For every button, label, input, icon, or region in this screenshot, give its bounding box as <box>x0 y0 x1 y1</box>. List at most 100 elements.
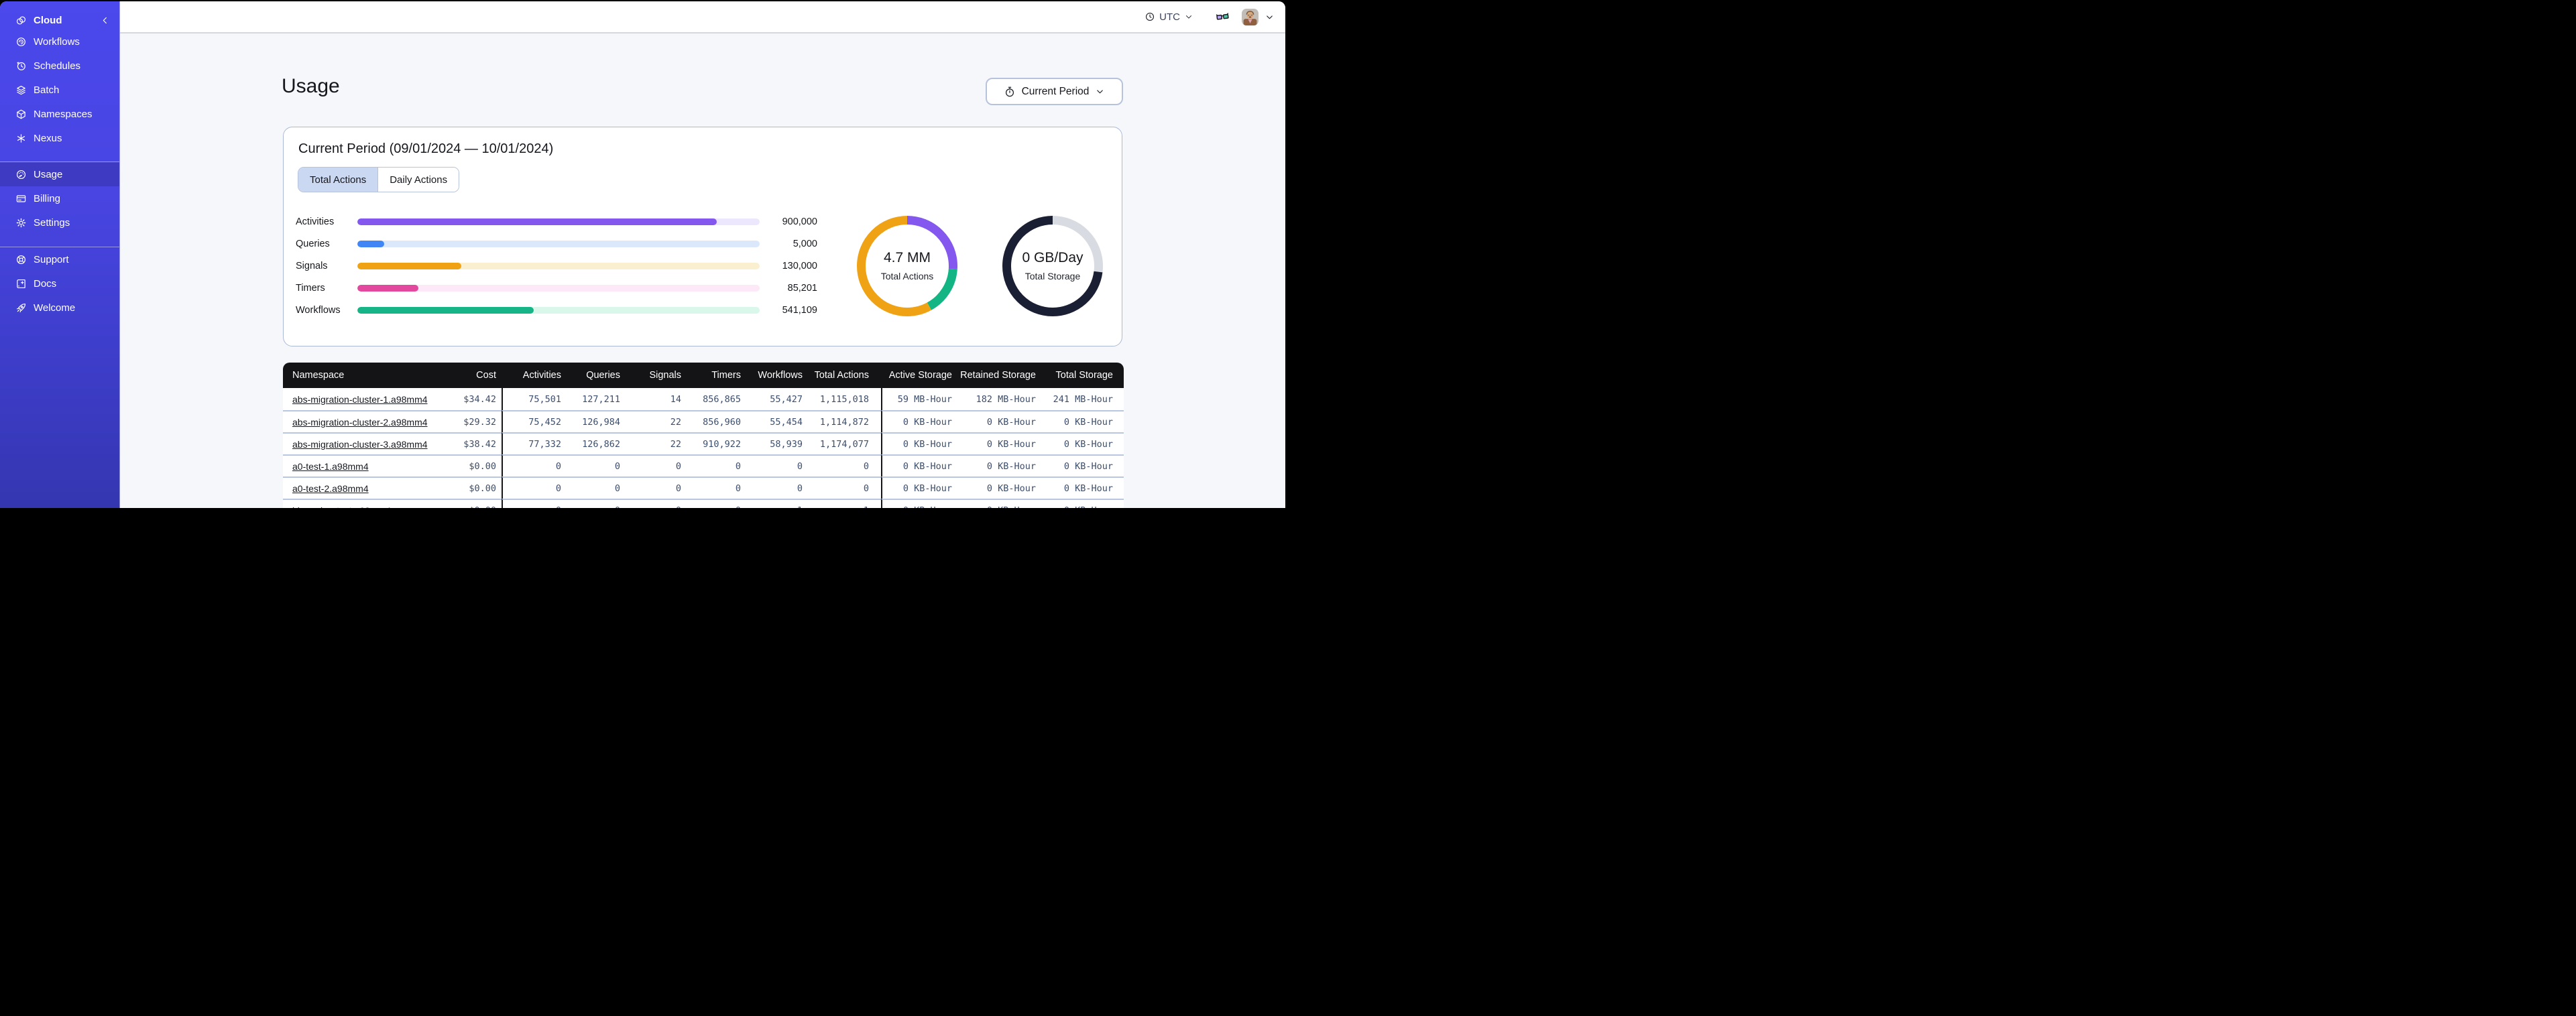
value-cell: $0.00 <box>451 454 502 477</box>
sidebar-item-docs[interactable]: Docs <box>0 271 119 296</box>
bar-value: 900,000 <box>782 216 817 227</box>
bar-row-activities: Activities 900,000 <box>296 210 817 233</box>
chevron-down-icon <box>1186 15 1191 19</box>
page-title: Usage <box>282 75 340 97</box>
value-cell: 22 <box>626 410 687 432</box>
sidebar-item-billing[interactable]: Billing <box>0 186 119 210</box>
app-window: Cloud Workflows Schedules Batch Namespac… <box>0 1 1285 508</box>
user-avatar[interactable] <box>1242 8 1258 25</box>
value-cell: 0 <box>626 477 687 499</box>
sidebar-item-support[interactable]: Support <box>0 247 119 271</box>
value-cell: 126,862 <box>567 432 626 454</box>
actions-bar-chart: Activities 900,000 Queries 5,000 Signals 130,… <box>296 210 817 321</box>
value-cell: 0 <box>567 454 626 477</box>
value-cell: 0 <box>808 454 881 477</box>
sidebar-group-main: Workflows Schedules Batch Namespaces Nex… <box>0 29 119 150</box>
bar-fill <box>357 218 717 225</box>
tab-total-actions[interactable]: Total Actions <box>298 168 378 192</box>
value-cell: 0 <box>626 454 687 477</box>
value-cell: 75,452 <box>502 410 567 432</box>
namespace-link[interactable]: abs-migration-cluster-1.a98mm4 <box>292 394 428 405</box>
value-cell: 75,501 <box>502 388 567 410</box>
value-cell: 0 KB-Hour <box>1041 410 1124 432</box>
value-cell: 22 <box>626 432 687 454</box>
table-body: abs-migration-cluster-1.a98mm4 $34.42 75,5… <box>283 388 1124 508</box>
docs-book-icon <box>15 278 27 290</box>
total-storage-value: 0 GB/Day <box>1022 250 1084 265</box>
bar-track <box>357 284 760 292</box>
value-cell: 0 <box>746 477 808 499</box>
value-cell: 0 <box>502 454 567 477</box>
support-lifebuoy-icon <box>15 254 27 265</box>
table-row: a0-test-1.a98mm4 $0.00 0 0 0 0 0 0 0 KB-Hour 0 KB… <box>283 454 1124 477</box>
timezone-selector[interactable]: UTC <box>1145 11 1193 23</box>
sidebar-item-namespaces[interactable]: Namespaces <box>0 102 119 126</box>
sidebar-item-batch[interactable]: Batch <box>0 78 119 102</box>
bar-track <box>357 240 760 247</box>
bar-label: Timers <box>296 282 325 294</box>
sidebar-item-nexus[interactable]: Nexus <box>0 126 119 150</box>
table-row: abs-migration-cluster-1.a98mm4 $34.42 75,5… <box>283 388 1124 410</box>
sidebar-item-usage[interactable]: Usage <box>0 162 119 186</box>
workflows-icon <box>15 36 27 48</box>
sidebar-group-account: Usage Billing Settings <box>0 162 119 235</box>
bar-label: Queries <box>296 238 330 249</box>
bar-fill <box>357 284 419 292</box>
sidebar-item-workflows[interactable]: Workflows <box>0 29 119 54</box>
namespace-link[interactable]: a0-test-1.a98mm4 <box>292 461 369 472</box>
bar-fill <box>357 240 384 247</box>
value-cell: 910,922 <box>687 432 746 454</box>
user-menu-chevron-down-icon[interactable] <box>1265 12 1275 22</box>
value-cell: 59 MB-Hour <box>881 388 957 410</box>
column-header-namespace: Namespace <box>283 363 451 388</box>
value-cell: 0 <box>746 454 808 477</box>
namespace-link[interactable]: a0-test-2.a98mm4 <box>292 483 369 494</box>
card-title: Current Period (09/01/2024 — 10/01/2024) <box>298 141 554 156</box>
value-cell: 0 <box>626 499 687 508</box>
timezone-label: UTC <box>1159 11 1180 23</box>
sidebar-collapse-button[interactable] <box>100 15 110 25</box>
value-cell: $38.42 <box>451 432 502 454</box>
sidebar-item-schedules[interactable]: Schedules <box>0 54 119 78</box>
bar-fill <box>357 262 462 269</box>
feedback-glasses-icon[interactable] <box>1216 10 1230 24</box>
billing-card-icon <box>15 193 27 204</box>
value-cell: 0 KB-Hour <box>957 499 1041 508</box>
sidebar-logo-label: Cloud <box>34 14 62 26</box>
table-row: abs-migration-cluster-3.a98mm4 $38.42 77,3… <box>283 432 1124 454</box>
value-cell: 0 <box>687 499 746 508</box>
bar-track <box>357 262 760 269</box>
value-cell: 127,211 <box>567 388 626 410</box>
column-header-retained-storage: Retained Storage <box>957 363 1041 388</box>
value-cell: 0 KB-Hour <box>957 454 1041 477</box>
value-cell: 0 KB-Hour <box>957 410 1041 432</box>
bar-value: 85,201 <box>787 282 817 294</box>
namespace-link[interactable]: bk-worker-test.a98mm4 <box>292 505 391 509</box>
bar-fill <box>357 306 534 314</box>
tab-daily-actions[interactable]: Daily Actions <box>377 168 459 192</box>
namespace-usage-table: Namespace Cost Activities Queries Signals Tim… <box>283 363 1124 508</box>
sidebar-item-welcome[interactable]: Welcome <box>0 296 119 320</box>
bar-value: 541,109 <box>782 304 817 316</box>
value-cell: 55,427 <box>746 388 808 410</box>
namespace-link[interactable]: abs-migration-cluster-2.a98mm4 <box>292 417 428 428</box>
value-cell: 0 KB-Hour <box>881 454 957 477</box>
bar-value: 5,000 <box>793 238 817 249</box>
value-cell: 0 KB-Hour <box>881 410 957 432</box>
bar-row-signals: Signals 130,000 <box>296 255 817 277</box>
period-selector-button[interactable]: Current Period <box>986 78 1123 105</box>
value-cell: 14 <box>626 388 687 410</box>
value-cell: 0 KB-Hour <box>957 432 1041 454</box>
value-cell: 0 KB-Hour <box>1041 499 1124 508</box>
settings-gear-icon <box>15 217 27 229</box>
total-actions-donut: 4.7 MM Total Actions <box>857 215 957 316</box>
total-actions-label: Total Actions <box>880 271 934 281</box>
bar-row-workflows: Workflows 541,109 <box>296 299 817 321</box>
welcome-rocket-icon <box>15 302 27 314</box>
column-header-activities: Activities <box>502 363 567 388</box>
value-cell: 1 <box>746 499 808 508</box>
namespace-link[interactable]: abs-migration-cluster-3.a98mm4 <box>292 439 428 450</box>
chevron-down-icon <box>1097 90 1104 94</box>
sidebar-item-settings[interactable]: Settings <box>0 210 119 235</box>
value-cell: $29.32 <box>451 410 502 432</box>
